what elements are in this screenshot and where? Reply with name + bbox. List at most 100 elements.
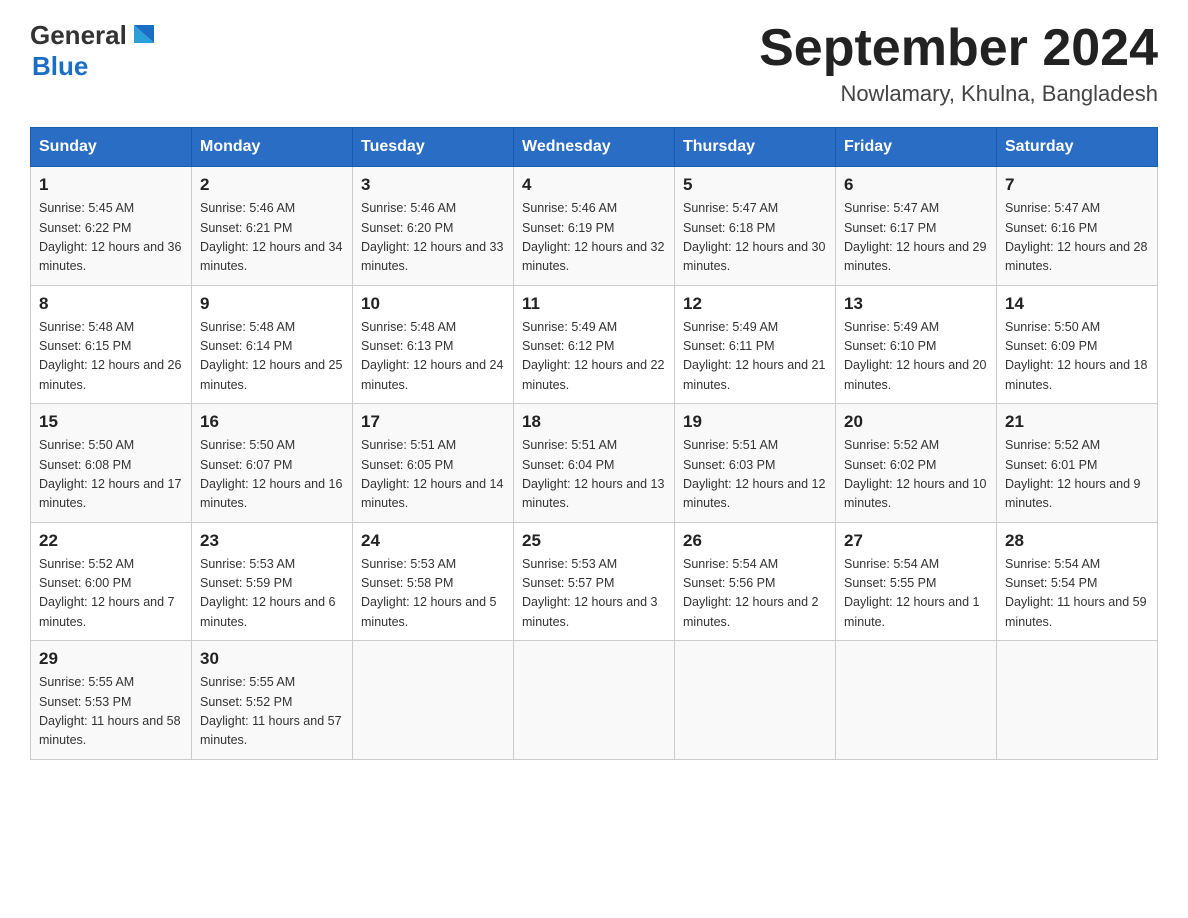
sunrise-text: Sunrise: 5:48 AM — [361, 320, 456, 334]
sunset-text: Sunset: 6:14 PM — [200, 339, 292, 353]
sunrise-text: Sunrise: 5:54 AM — [1005, 557, 1100, 571]
sunset-text: Sunset: 6:12 PM — [522, 339, 614, 353]
calendar-day-cell: 3 Sunrise: 5:46 AM Sunset: 6:20 PM Dayli… — [353, 167, 514, 286]
day-number: 20 — [844, 412, 988, 432]
calendar-day-cell: 2 Sunrise: 5:46 AM Sunset: 6:21 PM Dayli… — [192, 167, 353, 286]
sunset-text: Sunset: 5:58 PM — [361, 576, 453, 590]
day-info: Sunrise: 5:51 AM Sunset: 6:04 PM Dayligh… — [522, 436, 666, 514]
daylight-text: Daylight: 12 hours and 13 minutes. — [522, 477, 664, 510]
calendar-day-cell: 12 Sunrise: 5:49 AM Sunset: 6:11 PM Dayl… — [675, 285, 836, 404]
day-info: Sunrise: 5:49 AM Sunset: 6:12 PM Dayligh… — [522, 318, 666, 396]
daylight-text: Daylight: 12 hours and 18 minutes. — [1005, 358, 1147, 391]
sunset-text: Sunset: 5:55 PM — [844, 576, 936, 590]
calendar-day-cell: 14 Sunrise: 5:50 AM Sunset: 6:09 PM Dayl… — [997, 285, 1158, 404]
sunset-text: Sunset: 6:13 PM — [361, 339, 453, 353]
day-of-week-header: Tuesday — [353, 128, 514, 167]
calendar-week-row: 15 Sunrise: 5:50 AM Sunset: 6:08 PM Dayl… — [31, 404, 1158, 523]
day-of-week-header: Wednesday — [514, 128, 675, 167]
day-number: 5 — [683, 175, 827, 195]
daylight-text: Daylight: 12 hours and 9 minutes. — [1005, 477, 1141, 510]
day-number: 29 — [39, 649, 183, 669]
sunrise-text: Sunrise: 5:46 AM — [361, 201, 456, 215]
sunrise-text: Sunrise: 5:55 AM — [39, 675, 134, 689]
daylight-text: Daylight: 12 hours and 14 minutes. — [361, 477, 503, 510]
day-info: Sunrise: 5:51 AM Sunset: 6:03 PM Dayligh… — [683, 436, 827, 514]
day-info: Sunrise: 5:52 AM Sunset: 6:01 PM Dayligh… — [1005, 436, 1149, 514]
sunrise-text: Sunrise: 5:53 AM — [522, 557, 617, 571]
calendar-day-cell: 23 Sunrise: 5:53 AM Sunset: 5:59 PM Dayl… — [192, 522, 353, 641]
calendar-week-row: 8 Sunrise: 5:48 AM Sunset: 6:15 PM Dayli… — [31, 285, 1158, 404]
logo-text-blue: Blue — [32, 51, 88, 82]
day-number: 9 — [200, 294, 344, 314]
day-number: 22 — [39, 531, 183, 551]
calendar-day-cell — [675, 641, 836, 760]
sunset-text: Sunset: 5:54 PM — [1005, 576, 1097, 590]
sunrise-text: Sunrise: 5:51 AM — [361, 438, 456, 452]
day-info: Sunrise: 5:55 AM Sunset: 5:52 PM Dayligh… — [200, 673, 344, 751]
daylight-text: Daylight: 12 hours and 33 minutes. — [361, 240, 503, 273]
day-info: Sunrise: 5:51 AM Sunset: 6:05 PM Dayligh… — [361, 436, 505, 514]
day-number: 26 — [683, 531, 827, 551]
daylight-text: Daylight: 12 hours and 5 minutes. — [361, 595, 497, 628]
day-info: Sunrise: 5:48 AM Sunset: 6:15 PM Dayligh… — [39, 318, 183, 396]
day-info: Sunrise: 5:53 AM Sunset: 5:59 PM Dayligh… — [200, 555, 344, 633]
sunrise-text: Sunrise: 5:48 AM — [39, 320, 134, 334]
daylight-text: Daylight: 12 hours and 29 minutes. — [844, 240, 986, 273]
day-number: 3 — [361, 175, 505, 195]
calendar-day-cell — [514, 641, 675, 760]
daylight-text: Daylight: 12 hours and 32 minutes. — [522, 240, 664, 273]
day-of-week-header: Monday — [192, 128, 353, 167]
sunset-text: Sunset: 6:08 PM — [39, 458, 131, 472]
daylight-text: Daylight: 12 hours and 20 minutes. — [844, 358, 986, 391]
day-number: 23 — [200, 531, 344, 551]
sunset-text: Sunset: 6:00 PM — [39, 576, 131, 590]
calendar-day-cell: 13 Sunrise: 5:49 AM Sunset: 6:10 PM Dayl… — [836, 285, 997, 404]
day-number: 2 — [200, 175, 344, 195]
day-of-week-header: Friday — [836, 128, 997, 167]
day-number: 11 — [522, 294, 666, 314]
days-of-week-row: SundayMondayTuesdayWednesdayThursdayFrid… — [31, 128, 1158, 167]
daylight-text: Daylight: 11 hours and 57 minutes. — [200, 714, 342, 747]
sunset-text: Sunset: 6:04 PM — [522, 458, 614, 472]
calendar-day-cell: 11 Sunrise: 5:49 AM Sunset: 6:12 PM Dayl… — [514, 285, 675, 404]
calendar-day-cell: 8 Sunrise: 5:48 AM Sunset: 6:15 PM Dayli… — [31, 285, 192, 404]
day-info: Sunrise: 5:47 AM Sunset: 6:17 PM Dayligh… — [844, 199, 988, 277]
sunrise-text: Sunrise: 5:47 AM — [683, 201, 778, 215]
calendar-week-row: 29 Sunrise: 5:55 AM Sunset: 5:53 PM Dayl… — [31, 641, 1158, 760]
sunrise-text: Sunrise: 5:50 AM — [39, 438, 134, 452]
day-number: 4 — [522, 175, 666, 195]
day-number: 14 — [1005, 294, 1149, 314]
sunset-text: Sunset: 5:57 PM — [522, 576, 614, 590]
day-number: 8 — [39, 294, 183, 314]
calendar-day-cell: 22 Sunrise: 5:52 AM Sunset: 6:00 PM Dayl… — [31, 522, 192, 641]
sunrise-text: Sunrise: 5:45 AM — [39, 201, 134, 215]
day-info: Sunrise: 5:49 AM Sunset: 6:10 PM Dayligh… — [844, 318, 988, 396]
day-info: Sunrise: 5:53 AM Sunset: 5:58 PM Dayligh… — [361, 555, 505, 633]
sunset-text: Sunset: 6:21 PM — [200, 221, 292, 235]
calendar-day-cell: 1 Sunrise: 5:45 AM Sunset: 6:22 PM Dayli… — [31, 167, 192, 286]
sunset-text: Sunset: 6:10 PM — [844, 339, 936, 353]
calendar-day-cell: 9 Sunrise: 5:48 AM Sunset: 6:14 PM Dayli… — [192, 285, 353, 404]
day-info: Sunrise: 5:50 AM Sunset: 6:08 PM Dayligh… — [39, 436, 183, 514]
day-number: 7 — [1005, 175, 1149, 195]
sunrise-text: Sunrise: 5:51 AM — [522, 438, 617, 452]
sunrise-text: Sunrise: 5:49 AM — [844, 320, 939, 334]
daylight-text: Daylight: 11 hours and 58 minutes. — [39, 714, 181, 747]
daylight-text: Daylight: 12 hours and 16 minutes. — [200, 477, 342, 510]
day-number: 25 — [522, 531, 666, 551]
daylight-text: Daylight: 12 hours and 17 minutes. — [39, 477, 181, 510]
sunrise-text: Sunrise: 5:49 AM — [522, 320, 617, 334]
daylight-text: Daylight: 12 hours and 36 minutes. — [39, 240, 181, 273]
calendar-day-cell: 17 Sunrise: 5:51 AM Sunset: 6:05 PM Dayl… — [353, 404, 514, 523]
sunset-text: Sunset: 6:05 PM — [361, 458, 453, 472]
daylight-text: Daylight: 12 hours and 3 minutes. — [522, 595, 658, 628]
sunset-text: Sunset: 6:03 PM — [683, 458, 775, 472]
day-info: Sunrise: 5:47 AM Sunset: 6:16 PM Dayligh… — [1005, 199, 1149, 277]
daylight-text: Daylight: 12 hours and 22 minutes. — [522, 358, 664, 391]
logo[interactable]: General Blue — [30, 20, 158, 82]
sunset-text: Sunset: 5:59 PM — [200, 576, 292, 590]
calendar-day-cell: 29 Sunrise: 5:55 AM Sunset: 5:53 PM Dayl… — [31, 641, 192, 760]
day-info: Sunrise: 5:48 AM Sunset: 6:13 PM Dayligh… — [361, 318, 505, 396]
sunset-text: Sunset: 6:18 PM — [683, 221, 775, 235]
day-number: 18 — [522, 412, 666, 432]
